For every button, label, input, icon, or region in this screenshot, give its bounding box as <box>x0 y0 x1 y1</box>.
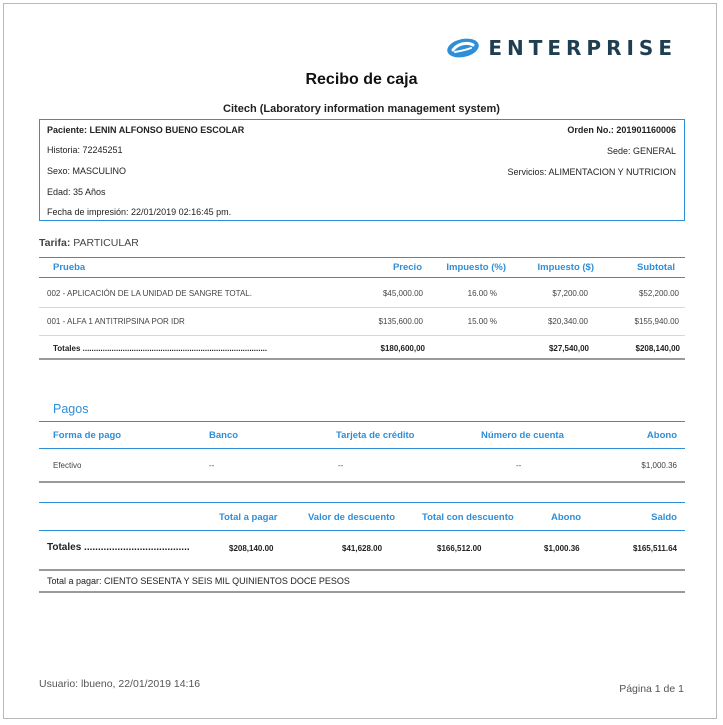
test-name: 001 - ALFA 1 ANTITRIPSINA POR IDR <box>47 317 185 326</box>
summary-valor-descuento: $41,628.00 <box>342 544 383 553</box>
tarifa-value: PARTICULAR <box>73 237 139 249</box>
tarifa-label: Tarifa: <box>39 237 71 249</box>
payment-abono: $1,000.36 <box>641 461 677 470</box>
summary-top-rule <box>39 502 685 503</box>
payments-bottom-rule <box>39 481 685 483</box>
summary-bottom-rule <box>39 569 685 571</box>
payments-title: Pagos <box>53 402 89 416</box>
footer-user: Usuario: lbueno, 22/01/2019 14:16 <box>39 678 201 690</box>
brand-name: ENTERPRISE <box>488 36 677 60</box>
row-divider <box>39 307 685 308</box>
sexo: Sexo: MASCULINO <box>47 166 127 176</box>
payments-top-rule <box>39 421 685 422</box>
summary-header-saldo: Saldo <box>651 512 677 523</box>
order-number-line: Orden No.: 201901160006 <box>567 125 676 135</box>
test-subtotal: $52,200.00 <box>638 289 679 298</box>
test-subtotal: $155,940.00 <box>634 317 680 326</box>
summary-total-pagar: $208,140.00 <box>229 544 274 553</box>
servicios: Servicios: ALIMENTACION Y NUTRICION <box>507 167 676 177</box>
payment-cuenta: -- <box>516 461 522 470</box>
tests-total-subtotal: $208,140,00 <box>635 344 681 353</box>
test-price: $135,600.00 <box>378 317 424 326</box>
summary-header-total-descuento: Total con descuento <box>422 512 514 523</box>
test-tax-val: $7,200.00 <box>552 289 588 298</box>
document-subtitle: Citech (Laboratory information managemen… <box>223 103 500 115</box>
tests-table-top-rule <box>39 257 685 258</box>
document-title: Recibo de caja <box>305 71 418 88</box>
summary-header-rule <box>39 530 685 531</box>
row-divider <box>39 335 685 336</box>
test-price: $45,000.00 <box>382 289 423 298</box>
tests-header-rule <box>39 277 685 278</box>
payments-header-tarjeta: Tarjeta de crédito <box>336 430 415 441</box>
tests-header-impuesto-pct: Impuesto (%) <box>446 262 506 273</box>
tests-header-subtotal: Subtotal <box>637 262 675 273</box>
payments-header-cuenta: Número de cuenta <box>481 430 564 441</box>
payment-forma: Efectivo <box>53 461 82 470</box>
tests-total-price: $180,600,00 <box>380 344 426 353</box>
payments-header-banco: Banco <box>209 430 239 441</box>
brand-logo: ENTERPRISE <box>446 36 677 60</box>
test-tax-pct: 15.00 % <box>467 317 497 326</box>
tests-bottom-rule <box>39 358 685 360</box>
historia: Historia: 72245251 <box>47 145 123 155</box>
tests-totals-label: Totales ................................… <box>53 344 268 353</box>
tarifa-line: Tarifa: PARTICULAR <box>39 237 139 249</box>
tests-header-precio: Precio <box>392 262 422 273</box>
payment-banco: -- <box>209 461 215 470</box>
patient-label: Paciente: <box>47 125 88 135</box>
footer-page-number: Página 1 de 1 <box>619 683 684 695</box>
summary-saldo: $165,511.64 <box>632 544 677 553</box>
payments-header-forma: Forma de pago <box>53 430 122 441</box>
words-bottom-rule <box>39 591 685 593</box>
order-label: Orden No.: <box>567 125 614 135</box>
payments-header-abono: Abono <box>646 430 677 441</box>
summary-total-descuento: $166,512.00 <box>437 544 482 553</box>
payments-header-rule <box>39 448 685 449</box>
tests-header-prueba: Prueba <box>53 262 86 273</box>
patient-name: LENIN ALFONSO BUENO ESCOLAR <box>89 125 245 135</box>
order-number: 201901160006 <box>616 125 676 135</box>
summary-header-abono: Abono <box>551 512 582 523</box>
tests-total-tax: $27,540,00 <box>548 344 589 353</box>
test-tax-pct: 16.00 % <box>467 289 497 298</box>
total-in-words: Total a pagar: CIENTO SESENTA Y SEIS MIL… <box>47 576 350 586</box>
tests-header-impuesto-val: Impuesto ($) <box>537 262 594 273</box>
test-name: 002 - APLICACIÓN DE LA UNIDAD DE SANGRE … <box>47 289 252 298</box>
payment-tarjeta: -- <box>338 461 344 470</box>
sede: Sede: GENERAL <box>606 146 676 156</box>
summary-totals-label: Totales ................................… <box>47 542 190 553</box>
test-tax-val: $20,340.00 <box>547 317 588 326</box>
patient-info-box: Paciente: LENIN ALFONSO BUENO ESCOLAR Hi… <box>39 119 685 221</box>
summary-header-total: Total a pagar <box>219 512 278 523</box>
summary-header-descuento: Valor de descuento <box>308 512 396 523</box>
patient-name-line: Paciente: LENIN ALFONSO BUENO ESCOLAR <box>47 125 244 135</box>
enterprise-swoosh-logo-icon <box>447 38 480 58</box>
summary-abono: $1,000.36 <box>544 544 580 553</box>
edad: Edad: 35 Años <box>47 187 106 197</box>
fecha-impresion: Fecha de impresión: 22/01/2019 02:16:45 … <box>47 207 232 217</box>
